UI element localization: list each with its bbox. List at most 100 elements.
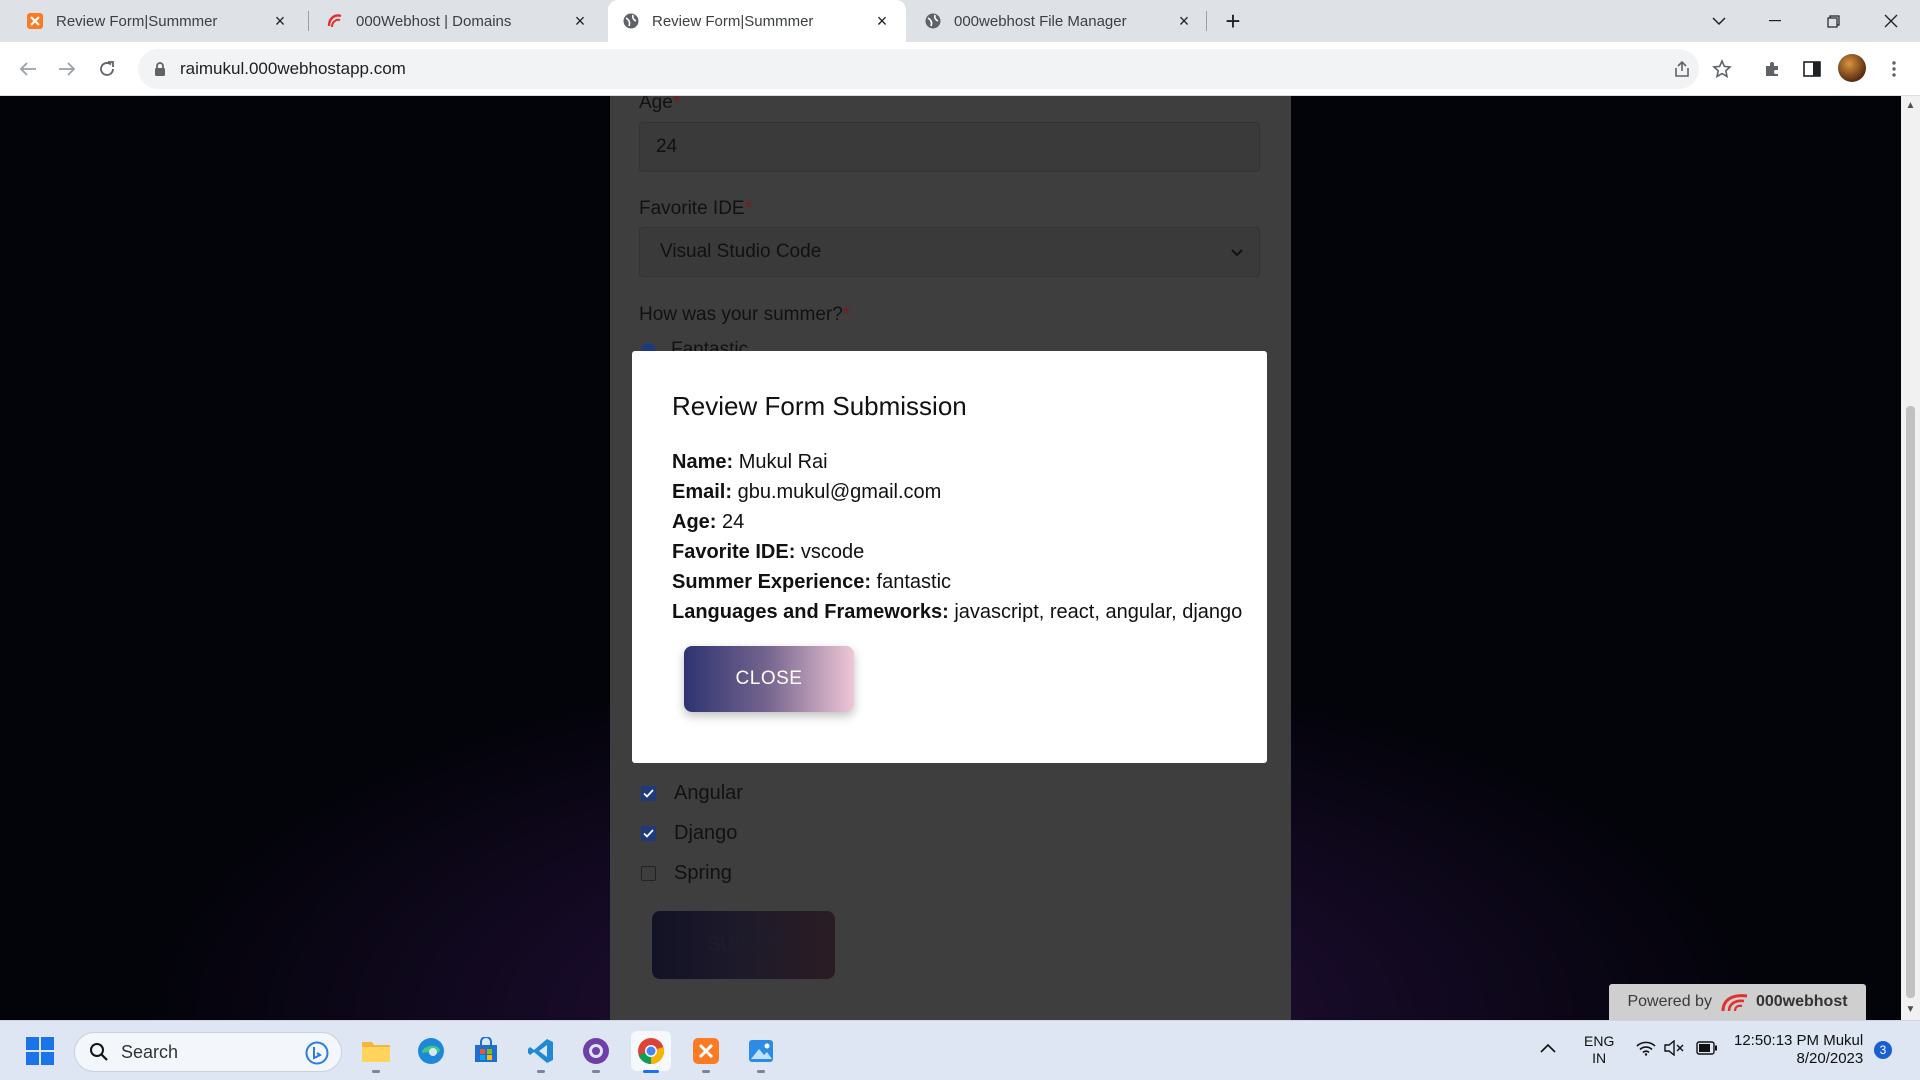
new-tab-button[interactable]: + — [1218, 6, 1248, 36]
modal-row-ide: Favorite IDE: vscode — [672, 541, 864, 564]
modal-row-languages: Languages and Frameworks: javascript, re… — [672, 601, 1242, 624]
forward-icon[interactable] — [51, 53, 83, 85]
system-clock[interactable]: 12:50:13 PM Mukul 8/20/2023 — [1734, 1032, 1863, 1068]
scroll-thumb[interactable] — [1906, 406, 1915, 998]
checkbox-django[interactable]: Django — [641, 822, 737, 845]
xampp-icon[interactable] — [686, 1031, 726, 1073]
running-indicator — [372, 1070, 380, 1073]
close-window-icon[interactable] — [1868, 0, 1914, 42]
bookmark-star-icon[interactable] — [1706, 53, 1738, 85]
required-mark: * — [842, 304, 851, 325]
age-label-text: Age — [639, 96, 673, 113]
search-icon — [89, 1042, 109, 1062]
close-tab-icon[interactable]: × — [872, 11, 892, 31]
menu-dots-icon[interactable] — [1878, 53, 1910, 85]
side-panel-icon[interactable] — [1796, 53, 1828, 85]
store-icon[interactable] — [466, 1031, 506, 1071]
language-indicator[interactable]: ENG IN — [1584, 1033, 1614, 1067]
tab-file-manager[interactable]: 000webhost File Manager × — [910, 0, 1208, 42]
xampp-icon — [26, 12, 44, 30]
lock-icon[interactable] — [152, 61, 168, 77]
row-value: Mukul Rai — [738, 451, 828, 473]
windows-taskbar: Search ENG IN 12:50:13 PM Mukul 8/20/202… — [0, 1020, 1920, 1080]
submission-modal: Review Form Submission Name: Mukul Rai E… — [632, 351, 1267, 763]
modal-row-name: Name: Mukul Rai — [672, 451, 828, 474]
running-indicator — [757, 1070, 765, 1073]
extensions-icon[interactable] — [1756, 53, 1788, 85]
volume-muted-icon[interactable] — [1664, 1039, 1684, 1061]
clock-time: 12:50:13 PM Mukul — [1734, 1032, 1864, 1049]
row-key: Age: — [672, 511, 717, 533]
address-bar[interactable]: raimukul.000webhostapp.com — [138, 49, 1699, 89]
tab-title: 000Webhost | Domains — [356, 12, 512, 30]
modal-row-summer: Summer Experience: fantastic — [672, 571, 951, 594]
chevron-down-icon — [1227, 242, 1247, 262]
chrome-icon[interactable] — [631, 1031, 671, 1073]
tab-review-form-active[interactable]: Review Form|Summmer × — [608, 0, 906, 42]
windows-start-icon[interactable] — [20, 1031, 60, 1071]
close-tab-icon[interactable]: × — [570, 11, 590, 31]
battery-icon[interactable] — [1696, 1041, 1718, 1060]
tab-divider — [1206, 11, 1207, 31]
taskbar-search[interactable]: Search — [74, 1032, 342, 1072]
submit-button[interactable]: SUBMIT — [652, 911, 835, 979]
file-explorer-icon[interactable] — [356, 1031, 396, 1073]
profile-avatar[interactable] — [1838, 54, 1866, 82]
ide-select-value: Visual Studio Code — [660, 241, 822, 262]
summer-label-text: How was your summer? — [639, 304, 843, 325]
checkbox-icon[interactable] — [641, 866, 656, 881]
row-value: 24 — [722, 511, 745, 533]
back-icon[interactable] — [12, 53, 44, 85]
powered-brand: 000webhost — [1755, 993, 1848, 1010]
age-input-value: 24 — [656, 136, 678, 157]
tab-review-form-1[interactable]: Review Form|Summmer × — [12, 0, 304, 42]
checkbox-icon[interactable] — [641, 826, 656, 841]
show-hidden-icons[interactable] — [1540, 1040, 1556, 1058]
row-key: Languages and Frameworks: — [672, 601, 949, 623]
minimize-icon[interactable] — [1752, 0, 1798, 42]
url-text: raimukul.000webhostapp.com — [180, 59, 406, 78]
photos-icon[interactable] — [741, 1031, 781, 1073]
bing-icon[interactable] — [305, 1041, 329, 1065]
tab-title: 000webhost File Manager — [954, 12, 1127, 30]
row-value: vscode — [800, 541, 865, 563]
row-value: javascript, react, angular, django — [954, 601, 1243, 623]
close-tab-icon[interactable]: × — [270, 11, 290, 31]
tab-search-icon[interactable] — [1696, 0, 1742, 42]
required-mark: * — [672, 96, 681, 113]
powered-by-badge[interactable]: Powered by 000webhost — [1609, 984, 1866, 1020]
tab-domains[interactable]: 000Webhost | Domains × — [312, 0, 604, 42]
ide-label: Favorite IDE* — [639, 198, 752, 220]
notification-badge[interactable]: 3 — [1874, 1041, 1892, 1059]
row-key: Name: — [672, 451, 734, 473]
edge-icon[interactable] — [411, 1031, 451, 1071]
restore-icon[interactable] — [1810, 0, 1856, 42]
modal-row-age: Age: 24 — [672, 511, 744, 534]
close-tab-icon[interactable]: × — [1174, 11, 1194, 31]
ide-label-text: Favorite IDE — [639, 198, 745, 219]
browser-toolbar: raimukul.000webhostapp.com — [0, 42, 1920, 96]
page-scrollbar[interactable]: ▲ ▼ — [1901, 96, 1920, 1020]
close-button[interactable]: CLOSE — [684, 646, 854, 712]
github-desktop-icon[interactable] — [576, 1031, 616, 1073]
age-input[interactable]: 24 — [639, 122, 1260, 172]
checkbox-label: Spring — [674, 862, 732, 884]
tab-strip: Review Form|Summmer × 000Webhost | Domai… — [0, 0, 1920, 42]
required-mark: * — [744, 198, 752, 219]
running-indicator — [702, 1070, 710, 1073]
share-icon[interactable] — [1666, 53, 1698, 85]
globe-icon — [924, 12, 942, 30]
checkbox-icon[interactable] — [641, 786, 656, 801]
scroll-up-icon[interactable]: ▲ — [1905, 100, 1916, 111]
globe-icon — [622, 12, 640, 30]
vscode-icon[interactable] — [521, 1031, 561, 1073]
wifi-icon[interactable] — [1636, 1040, 1656, 1061]
checkbox-spring[interactable]: Spring — [641, 862, 732, 885]
running-indicator — [643, 1070, 659, 1073]
reload-icon[interactable] — [91, 53, 123, 85]
scroll-down-icon[interactable]: ▼ — [1905, 1004, 1916, 1015]
webhost-logo-icon — [1720, 991, 1750, 1013]
row-key: Email: — [672, 481, 733, 503]
ide-select[interactable]: Visual Studio Code — [639, 227, 1260, 277]
checkbox-angular[interactable]: Angular — [641, 782, 743, 805]
